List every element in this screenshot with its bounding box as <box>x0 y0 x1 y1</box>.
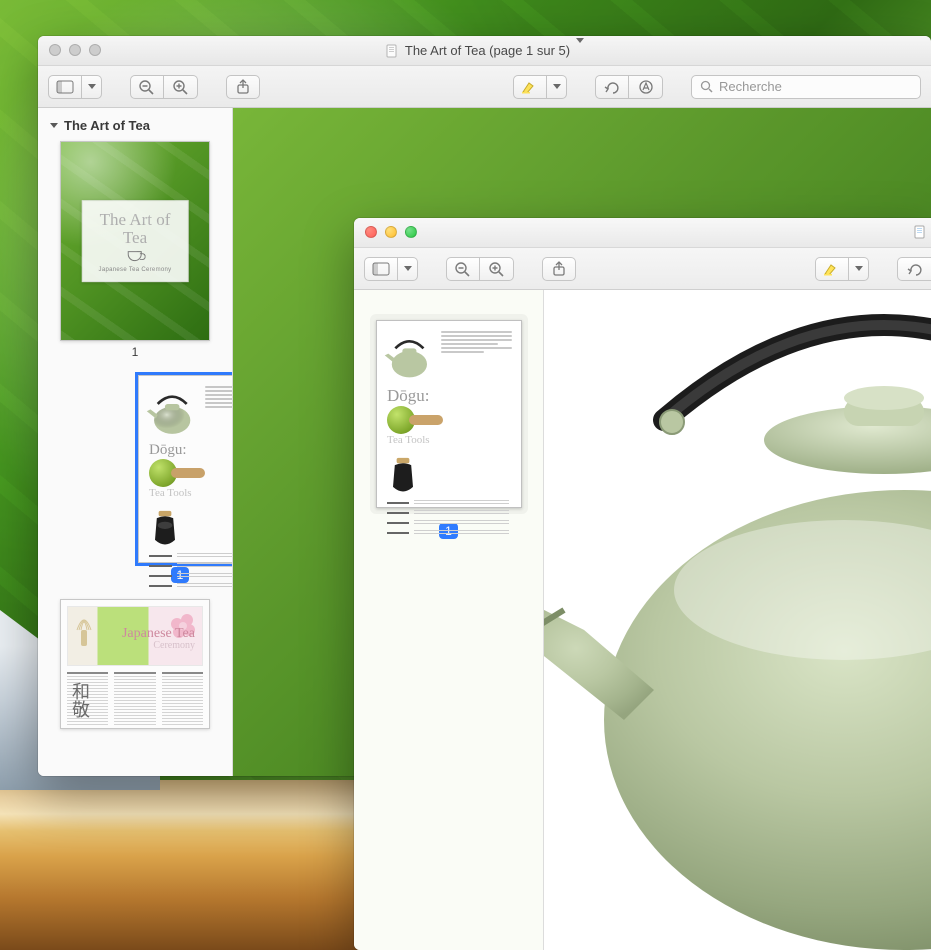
rotate-button[interactable] <box>595 75 629 99</box>
thumbnail-1-image: Dōgu: Tea Tools <box>376 320 522 508</box>
kettle-icon <box>383 329 436 382</box>
zoom-in-icon <box>488 261 506 277</box>
sidebar-toggle-button[interactable] <box>48 75 82 99</box>
zoom-out-icon <box>138 79 156 95</box>
rotate-markup-group <box>595 75 663 99</box>
dogu-title: Dōgu: <box>387 386 515 406</box>
thumbnail-1[interactable]: Dōgu: Tea Tools <box>370 314 528 514</box>
toolbar <box>354 248 931 290</box>
highlight-button[interactable] <box>513 75 547 99</box>
thumbnail-2[interactable]: Japanese Tea Ceremony 和敬 <box>60 599 210 729</box>
minimize-button[interactable] <box>385 226 397 238</box>
highlight-menu-button[interactable] <box>547 75 567 99</box>
zoom-in-button[interactable] <box>480 257 514 281</box>
search-icon <box>700 80 713 93</box>
view-mode-group <box>48 75 102 99</box>
zoom-out-icon <box>454 261 472 277</box>
highlight-button[interactable] <box>815 257 849 281</box>
traffic-lights <box>49 44 101 56</box>
rotate-icon <box>603 79 621 95</box>
kettle-icon <box>145 384 199 438</box>
highlighter-icon <box>822 262 842 276</box>
thumbnail-inserted[interactable]: Dōgu: Tea Tools <box>138 375 233 563</box>
jar-icon <box>151 509 179 549</box>
document-proxy-icon[interactable] <box>913 225 927 241</box>
dogu-subtitle: Tea Tools <box>387 434 515 446</box>
sidebar-heading[interactable]: The Art of Tea <box>50 118 220 133</box>
search-field[interactable]: Recherche <box>691 75 921 99</box>
zoom-group <box>130 75 198 99</box>
cover-subtitle: Japanese Tea Ceremony <box>89 267 182 273</box>
share-button[interactable] <box>226 75 260 99</box>
highlighter-icon <box>520 80 540 94</box>
window-title-text: The Art of Tea (page 1 sur 5) <box>405 43 570 58</box>
dogu-subtitle: Tea Tools <box>149 487 233 499</box>
window-body: Dōgu: Tea Tools 1 <box>354 290 931 950</box>
highlight-group <box>513 75 567 99</box>
sidebar-menu-button[interactable] <box>82 75 102 99</box>
highlight-group <box>815 257 869 281</box>
thumbnail-inserted-image: Dōgu: Tea Tools <box>138 375 233 563</box>
zoom-in-icon <box>172 79 190 95</box>
window-title: The Art of Tea (page 1 sur 5) <box>385 43 584 58</box>
jar-icon <box>389 456 417 496</box>
traffic-lights <box>365 226 417 238</box>
thumbnail-1-label: 1 <box>48 345 222 359</box>
teacup-icon <box>128 251 142 261</box>
preview-window-2[interactable]: Dōgu: Tea Tools 1 <box>354 218 931 950</box>
close-button[interactable] <box>365 226 377 238</box>
highlight-menu-button[interactable] <box>849 257 869 281</box>
document-area[interactable] <box>544 290 931 950</box>
zoom-out-button[interactable] <box>446 257 480 281</box>
sidebar-menu-button[interactable] <box>398 257 418 281</box>
zoom-button[interactable] <box>89 44 101 56</box>
dogu-title: Dōgu: <box>149 442 233 459</box>
close-button[interactable] <box>49 44 61 56</box>
rotate-button[interactable] <box>897 257 931 281</box>
toolbar: Recherche <box>38 66 931 108</box>
document-icon <box>385 44 399 58</box>
disclosure-triangle-icon[interactable] <box>50 123 58 128</box>
cover-title: The Art of Tea <box>89 211 182 247</box>
sidebar-title: The Art of Tea <box>64 118 150 133</box>
spoon-icon <box>171 468 205 478</box>
titlebar[interactable] <box>354 218 931 248</box>
zoom-in-button[interactable] <box>164 75 198 99</box>
rotate-icon <box>906 261 924 277</box>
minimize-button[interactable] <box>69 44 81 56</box>
whisk-icon <box>73 608 95 648</box>
share-button[interactable] <box>542 257 576 281</box>
kanji-text: 和敬 <box>71 682 89 718</box>
view-mode-group <box>364 257 418 281</box>
document-content-kettle <box>544 290 931 950</box>
thumbnail-2-image: Japanese Tea Ceremony 和敬 <box>60 599 210 729</box>
sidebar-toggle-button[interactable] <box>364 257 398 281</box>
titlebar[interactable]: The Art of Tea (page 1 sur 5) <box>38 36 931 66</box>
title-dropdown-icon[interactable] <box>576 43 584 58</box>
share-icon <box>235 79 251 95</box>
share-icon <box>551 261 567 277</box>
zoom-button[interactable] <box>405 226 417 238</box>
spoon-icon <box>409 415 443 425</box>
markup-icon <box>637 79 655 95</box>
thumbnail-1[interactable]: The Art of Tea Japanese Tea Ceremony <box>60 141 210 341</box>
thumbnail-1-image: The Art of Tea Japanese Tea Ceremony <box>60 141 210 341</box>
zoom-out-button[interactable] <box>130 75 164 99</box>
thumbnail-sidebar[interactable]: Dōgu: Tea Tools 1 <box>354 290 544 950</box>
search-placeholder: Recherche <box>719 79 782 94</box>
jtea-subtitle: Ceremony <box>153 640 195 651</box>
markup-button[interactable] <box>629 75 663 99</box>
zoom-group <box>446 257 514 281</box>
thumbnail-sidebar[interactable]: The Art of Tea The Art of Tea Japanese T… <box>38 108 233 776</box>
